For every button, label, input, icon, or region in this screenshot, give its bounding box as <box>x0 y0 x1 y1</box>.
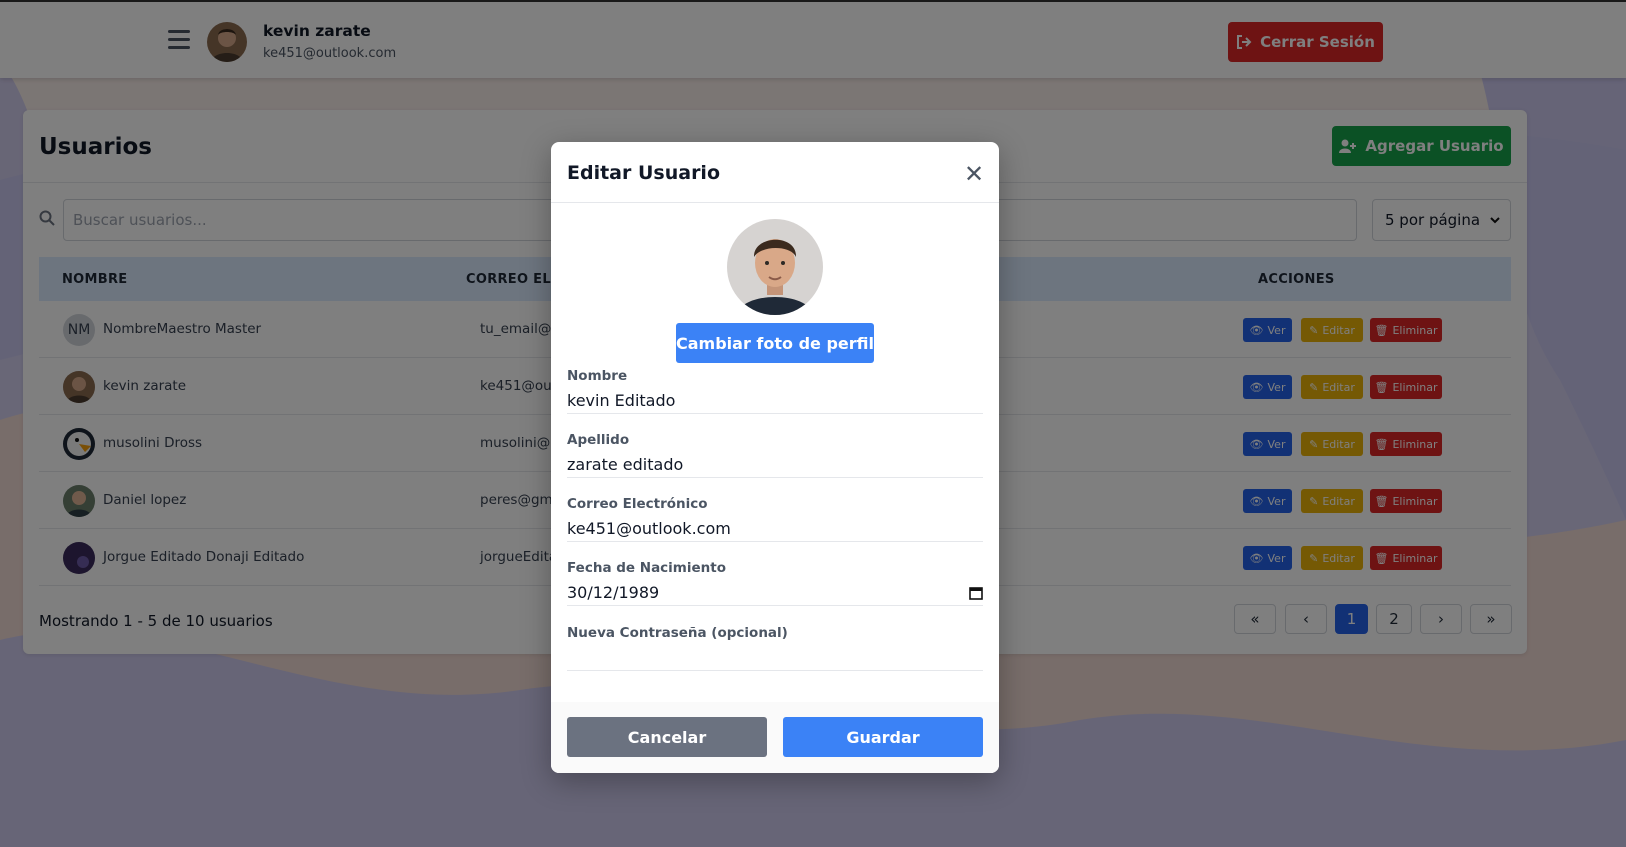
change-photo-button[interactable]: Cambiar foto de perfil <box>676 323 874 363</box>
email-field[interactable]: ke451@outlook.com <box>567 516 983 542</box>
modal-title: Editar Usuario <box>567 162 721 184</box>
nombre-label: Nombre <box>567 368 628 384</box>
divider <box>551 202 999 203</box>
birthdate-field[interactable]: 30/12/1989 <box>567 580 983 606</box>
apellido-label: Apellido <box>567 432 630 448</box>
nombre-value: kevin Editado <box>567 391 676 410</box>
profile-photo <box>727 219 823 315</box>
apellido-value: zarate editado <box>567 455 684 474</box>
save-button[interactable]: Guardar <box>783 717 983 757</box>
calendar-icon[interactable] <box>969 586 983 600</box>
edit-user-modal: Editar Usuario ✕ Cambiar foto de perfil … <box>551 142 999 773</box>
correo-value: ke451@outlook.com <box>567 519 731 538</box>
nombre-field[interactable]: kevin Editado <box>567 388 983 414</box>
apellido-field[interactable]: zarate editado <box>567 452 983 478</box>
cancel-button[interactable]: Cancelar <box>567 717 767 757</box>
password-field[interactable] <box>567 645 983 671</box>
fecha-value: 30/12/1989 <box>567 583 660 602</box>
fecha-label: Fecha de Nacimiento <box>567 560 727 576</box>
correo-label: Correo Electrónico <box>567 496 708 512</box>
password-label: Nueva Contraseña (opcional) <box>567 625 788 641</box>
close-icon[interactable]: ✕ <box>964 160 984 188</box>
